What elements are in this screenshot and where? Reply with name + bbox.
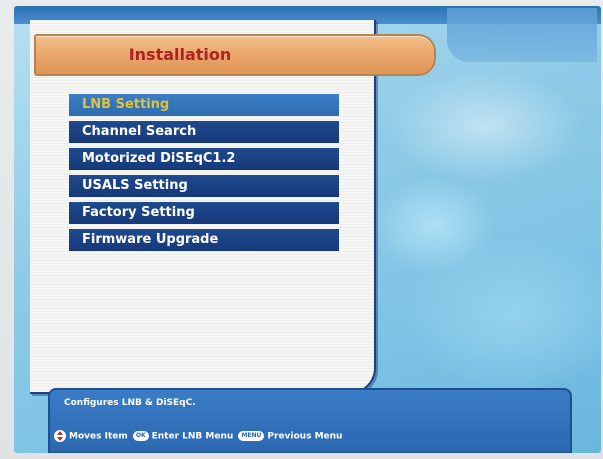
menu-hint-label: Previous Menu bbox=[267, 431, 343, 442]
menu-key-icon: MENU bbox=[238, 431, 265, 441]
menu-item-lnb-setting[interactable]: LNB Setting bbox=[69, 94, 339, 116]
tv-screen: Installation LNB Setting Channel Search … bbox=[14, 6, 601, 453]
top-right-panel bbox=[447, 8, 597, 62]
key-hints: Moves Item OK Enter LNB Menu MENU Previous… bbox=[54, 430, 342, 442]
help-description: Configures LNB & DiSEqC. bbox=[64, 398, 196, 408]
menu-item-factory-setting[interactable]: Factory Setting bbox=[69, 202, 339, 224]
tv-frame: Installation LNB Setting Channel Search … bbox=[0, 0, 603, 459]
menu-item-channel-search[interactable]: Channel Search bbox=[69, 121, 339, 143]
up-down-arrow-icon bbox=[54, 430, 66, 442]
page-title: Installation bbox=[128, 45, 232, 64]
ok-key-icon: OK bbox=[132, 431, 149, 441]
installation-menu: LNB Setting Channel Search Motorized DiS… bbox=[69, 94, 339, 256]
menu-item-firmware-upgrade[interactable]: Firmware Upgrade bbox=[69, 229, 339, 251]
title-bar: Installation bbox=[34, 34, 436, 76]
menu-item-usals-setting[interactable]: USALS Setting bbox=[69, 175, 339, 197]
move-hint-label: Moves Item bbox=[69, 431, 128, 442]
help-bar: Configures LNB & DiSEqC. Moves Item OK En… bbox=[48, 388, 572, 453]
menu-item-motorized-diseqc[interactable]: Motorized DiSEqC1.2 bbox=[69, 148, 339, 170]
ok-hint-label: Enter LNB Menu bbox=[151, 431, 234, 442]
